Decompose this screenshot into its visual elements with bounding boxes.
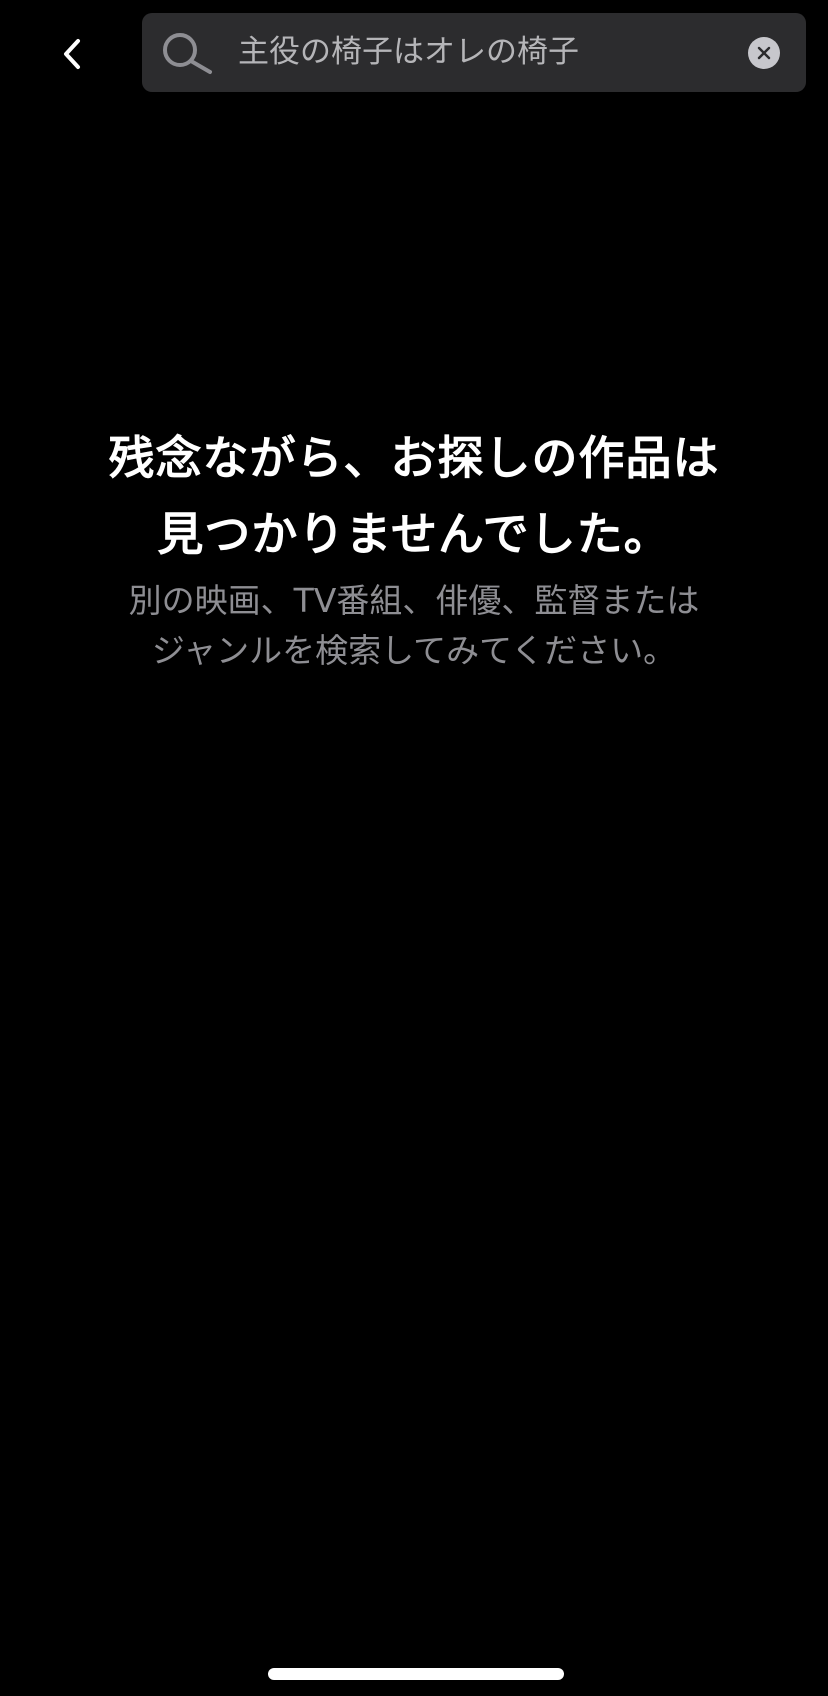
empty-state-subtitle: 別の映画、TV番組、俳優、監督または ジャンルを検索してみてください。 [0, 576, 828, 676]
clear-search-button[interactable] [748, 37, 780, 69]
chevron-left-icon [64, 39, 80, 69]
clear-icon [757, 46, 771, 60]
empty-state-title: 残念ながら、お探しの作品は 見つかりませんでした。 [0, 420, 828, 572]
back-button[interactable] [44, 26, 100, 82]
home-indicator[interactable] [268, 1668, 564, 1680]
empty-state-title-line1: 残念ながら、お探しの作品は [108, 431, 720, 485]
empty-state-subtitle-line1: 別の映画、TV番組、俳優、監督または [128, 581, 700, 620]
empty-state-message: 残念ながら、お探しの作品は 見つかりませんでした。 別の映画、TV番組、俳優、監… [0, 420, 828, 676]
search-bar[interactable]: 主役の椅子はオレの椅子 [142, 13, 806, 92]
empty-state-title-line2: 見つかりませんでした。 [157, 507, 671, 561]
search-input[interactable]: 主役の椅子はオレの椅子 [238, 13, 678, 92]
search-icon [163, 33, 212, 74]
search-results-screen: 主役の椅子はオレの椅子 残念ながら、お探しの作品は 見つかりませんでした。 別の… [0, 0, 828, 1696]
empty-state-subtitle-line2: ジャンルを検索してみてください。 [151, 631, 677, 670]
